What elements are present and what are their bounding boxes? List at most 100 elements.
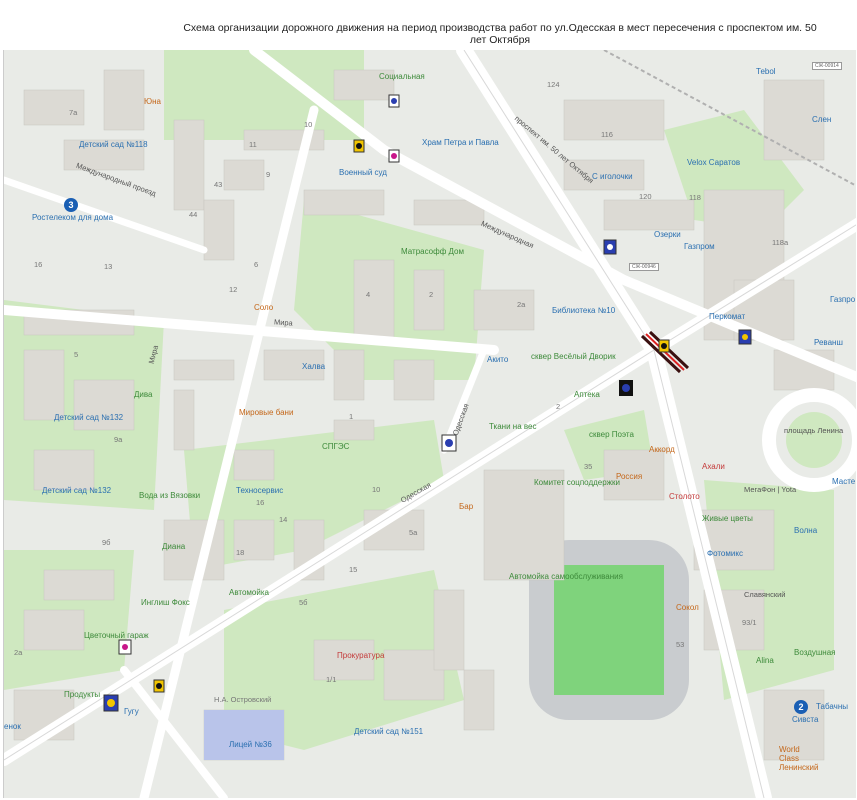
place-label[interactable]: Масте: [832, 477, 855, 486]
place-label[interactable]: Автомойка самообслуживания: [509, 572, 623, 581]
place-label[interactable]: Автомойка: [229, 588, 269, 597]
place-label[interactable]: Прокуратура: [337, 651, 384, 660]
place-label[interactable]: Дива: [134, 390, 153, 399]
place-label[interactable]: Озерки: [654, 230, 681, 239]
place-label[interactable]: Комитет соцподдержки: [534, 478, 620, 487]
house-number: 53: [676, 640, 685, 649]
place-label[interactable]: Ткани на вес: [489, 422, 536, 431]
house-number: 12: [229, 285, 238, 294]
place-label[interactable]: сквер Весёлый Дворик: [531, 352, 616, 361]
house-number: 9а: [114, 435, 123, 444]
place-label[interactable]: Реванш: [814, 338, 843, 347]
place-label[interactable]: Теbol: [756, 67, 776, 76]
place-label[interactable]: Velox Саратов: [687, 158, 740, 167]
place-label[interactable]: Воздушная: [794, 648, 835, 657]
place-label[interactable]: Alina: [756, 656, 774, 665]
place-label[interactable]: Газпром: [684, 242, 715, 251]
sign-plate: СЖ-00914: [812, 62, 842, 70]
house-number: 1: [349, 412, 354, 421]
house-number: 14: [279, 515, 288, 524]
house-number: 118а: [772, 238, 789, 247]
house-number: 9б: [102, 538, 111, 547]
house-number: 2: [429, 290, 434, 299]
place-label[interactable]: Детский сад №132: [54, 413, 123, 422]
place-label[interactable]: Ахали: [702, 462, 725, 471]
cluster-badge[interactable]: 2: [794, 700, 808, 714]
place-label[interactable]: Перкомат: [709, 312, 745, 321]
place-label[interactable]: Храм Петра и Павла: [422, 138, 499, 147]
place-label[interactable]: Социальная: [379, 72, 425, 81]
place-label[interactable]: Столото: [669, 492, 700, 501]
place-label[interactable]: Матрасофф Дом: [401, 247, 464, 256]
house-number: 116: [601, 130, 613, 139]
map[interactable]: проспект им. 50 лет Октября Международна…: [3, 50, 856, 798]
place-label[interactable]: World Class Ленинский: [779, 745, 819, 772]
place-label[interactable]: Техносервис: [236, 486, 283, 495]
place-label[interactable]: Н.А. Островский: [214, 695, 271, 704]
place-label[interactable]: Бар: [459, 502, 473, 511]
place-label[interactable]: Цветочный гараж: [84, 631, 149, 640]
house-number: 9: [266, 170, 271, 179]
house-number: 2а: [14, 648, 23, 657]
place-label[interactable]: Сивста: [792, 715, 818, 724]
place-label[interactable]: сквер Поэта: [589, 430, 634, 439]
place-label[interactable]: Военный суд: [339, 168, 387, 177]
place-label[interactable]: Соло: [254, 303, 273, 312]
place-label[interactable]: Детский сад №132: [42, 486, 111, 495]
place-label[interactable]: площадь Ленина: [784, 426, 843, 435]
football-pitch: [554, 565, 664, 695]
house-number: 2а: [517, 300, 526, 309]
place-label[interactable]: Детский сад №151: [354, 727, 423, 736]
place-label[interactable]: Мировые бани: [239, 408, 293, 417]
place-label[interactable]: Сокол: [676, 603, 699, 612]
ploshad-center: [786, 412, 842, 468]
place-label[interactable]: Газпро: [830, 295, 855, 304]
street-label: Мира: [273, 317, 294, 328]
house-number: 124: [547, 80, 560, 89]
place-label[interactable]: Юна: [144, 97, 161, 106]
house-number: 15: [349, 565, 358, 574]
place-label[interactable]: Табачны: [816, 702, 848, 711]
house-number: 16: [34, 260, 43, 269]
place-label[interactable]: Слен: [812, 115, 831, 124]
place-label[interactable]: Аптека: [574, 390, 600, 399]
place-label[interactable]: Фотомикс: [707, 549, 743, 558]
place-label[interactable]: Ростелеком для дома: [32, 213, 113, 222]
place-label[interactable]: Живые цветы: [702, 514, 753, 523]
house-number: 43: [214, 180, 223, 189]
house-number: 7а: [69, 108, 78, 117]
place-label[interactable]: Инглиш Фокс: [141, 598, 190, 607]
place-label[interactable]: Вода из Вязовки: [139, 491, 200, 500]
place-label[interactable]: Халва: [302, 362, 325, 371]
place-label[interactable]: Детский сад №118: [79, 140, 148, 149]
school-building: [204, 710, 284, 760]
house-number: 1/1: [326, 675, 337, 684]
place-label[interactable]: енок: [4, 722, 21, 731]
house-number: 5а: [409, 528, 418, 537]
place-label[interactable]: МегаФон | Yota: [744, 485, 796, 494]
house-number: 10: [372, 485, 381, 494]
place-label[interactable]: Продукты: [64, 690, 100, 699]
place-label[interactable]: Лицей №36: [229, 740, 272, 749]
house-number: 118: [689, 193, 701, 202]
page-title: Схема организации дорожного движения на …: [183, 22, 817, 46]
place-label[interactable]: Акито: [487, 355, 508, 364]
place-label[interactable]: Библиотека №10: [552, 306, 615, 315]
house-number: 44: [189, 210, 198, 219]
house-number: 35: [584, 462, 593, 471]
house-number: 4: [366, 290, 371, 299]
sign-plate: СЖ-00946: [629, 263, 659, 271]
house-number: 13: [104, 262, 113, 271]
house-number: 18: [236, 548, 245, 557]
place-label[interactable]: Диана: [162, 542, 185, 551]
place-label[interactable]: С иголочки: [592, 172, 633, 181]
place-label[interactable]: Аккорд: [649, 445, 675, 454]
place-label[interactable]: Волна: [794, 526, 817, 535]
place-label[interactable]: Гугу: [124, 707, 139, 716]
cluster-badge[interactable]: 3: [64, 198, 78, 212]
place-label[interactable]: Славянский: [744, 590, 785, 599]
house-number: 16: [256, 498, 265, 507]
house-number: 120: [639, 192, 652, 201]
place-label[interactable]: СПГЭС: [322, 442, 349, 451]
house-number: 93/1: [742, 618, 757, 627]
